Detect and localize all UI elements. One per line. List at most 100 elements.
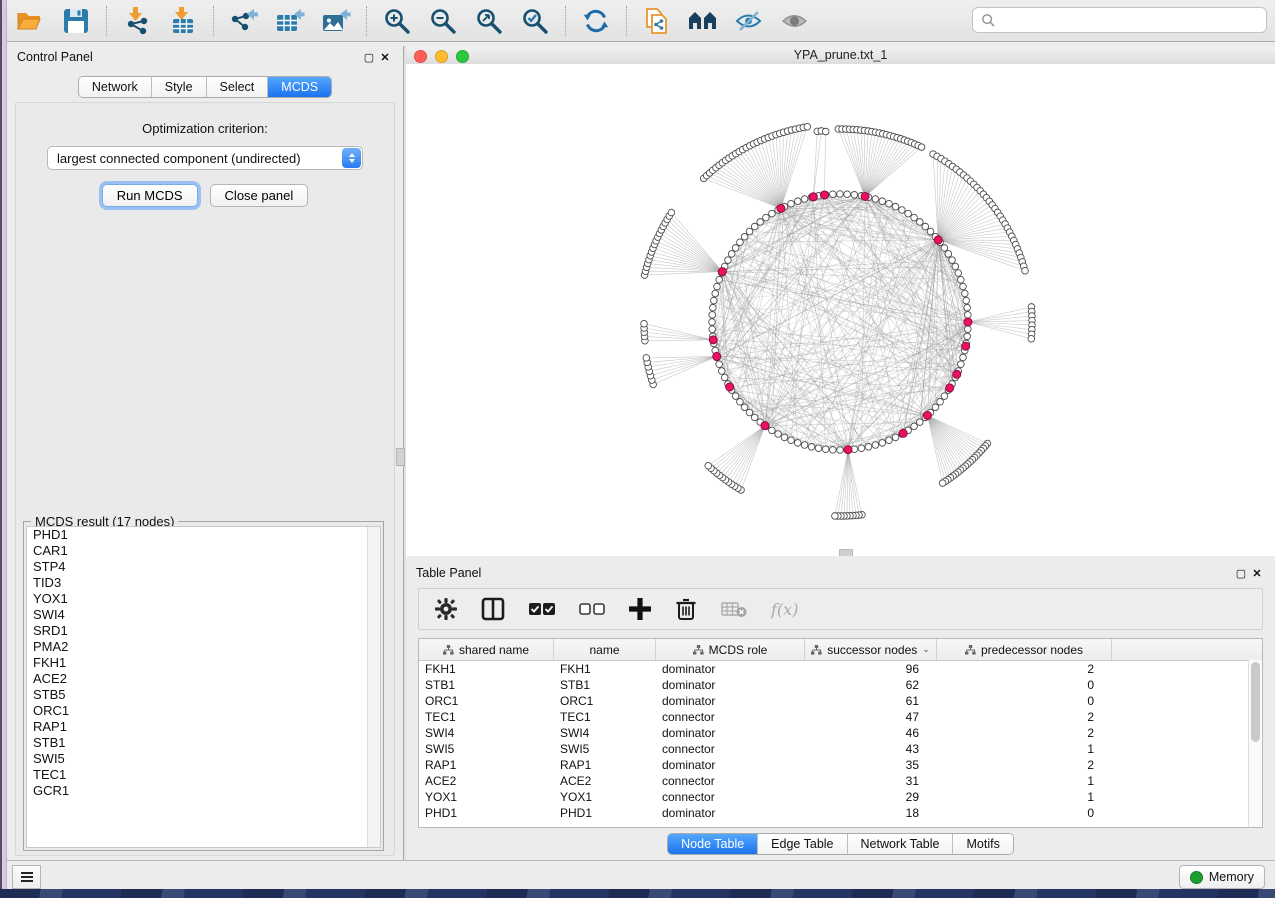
mcds-result-item[interactable]: RAP1 [27,719,380,735]
refresh-layout-icon[interactable] [580,6,612,36]
tab-select[interactable]: Select [207,77,269,97]
hide-selection-icon[interactable] [733,6,765,36]
column-header-name[interactable]: name [554,639,656,660]
first-neighbors-icon[interactable] [687,6,719,36]
column-header-shared-name[interactable]: shared name [419,639,554,660]
mcds-hub-node[interactable] [726,383,734,391]
criterion-dropdown[interactable]: largest connected component (undirected) [47,146,363,170]
export-network-icon[interactable] [228,6,260,36]
mcds-result-item[interactable]: GCR1 [27,783,380,799]
zoom-out-icon[interactable] [427,6,459,36]
table-row[interactable]: ORC1ORC1dominator610 [419,693,1262,709]
mcds-result-item[interactable]: ORC1 [27,703,380,719]
select-all-checkboxes-icon[interactable] [529,596,555,622]
tab-motifs[interactable]: Motifs [953,834,1012,854]
table-row[interactable]: TEC1TEC1connector472 [419,709,1262,725]
tab-edge-table[interactable]: Edge Table [758,834,847,854]
import-table-icon[interactable] [167,6,199,36]
mcds-result-item[interactable]: PMA2 [27,639,380,655]
new-network-from-selection-icon[interactable] [641,6,673,36]
table-row[interactable]: SWI5SWI5connector431 [419,741,1262,757]
table-row[interactable]: FKH1FKH1dominator962 [419,661,1262,677]
mcds-hub-node[interactable] [899,429,907,437]
sort-chevron-icon[interactable]: ⌄ [922,644,930,655]
mcds-result-item[interactable]: SRD1 [27,623,380,639]
mcds-hub-node[interactable] [934,236,942,244]
network-graph[interactable] [406,64,1275,556]
column-header-predecessor-nodes[interactable]: predecessor nodes [937,639,1112,660]
tab-node-table[interactable]: Node Table [668,834,758,854]
node-table-body[interactable]: FKH1FKH1dominator962STB1STB1dominator620… [419,661,1262,821]
table-row[interactable]: PHD1PHD1dominator180 [419,805,1262,821]
table-row[interactable]: ACE2ACE2connector311 [419,773,1262,789]
export-table-icon[interactable] [274,6,306,36]
close-panel-icon[interactable]: ✕ [377,51,393,64]
close-table-panel-icon[interactable]: ✕ [1249,567,1265,580]
table-row[interactable]: RAP1RAP1dominator352 [419,757,1262,773]
mcds-result-item[interactable]: STB1 [27,735,380,751]
zoom-fit-icon[interactable] [473,6,505,36]
column-header-MCDS-role[interactable]: MCDS role [656,639,805,660]
task-history-button[interactable] [12,865,41,889]
mcds-result-item[interactable]: SWI5 [27,751,380,767]
close-panel-button[interactable]: Close panel [210,184,309,207]
float-table-panel-icon[interactable]: ▢ [1233,567,1249,580]
save-session-icon[interactable] [60,6,92,36]
show-all-icon[interactable] [779,6,811,36]
mcds-list-scrollbar[interactable] [367,527,380,847]
network-window-titlebar[interactable]: YPA_prune.txt_1 [406,46,1275,65]
show-columns-icon[interactable] [481,596,505,622]
table-options-gear-icon[interactable] [435,596,457,622]
mcds-hub-node[interactable] [844,446,852,454]
mcds-hub-node[interactable] [713,352,721,360]
zoom-in-icon[interactable] [381,6,413,36]
run-mcds-button[interactable]: Run MCDS [102,184,198,207]
close-window-icon[interactable] [414,50,427,63]
node-table[interactable]: shared namenameMCDS rolesuccessor nodes⌄… [418,638,1263,828]
import-network-icon[interactable] [121,6,153,36]
global-search-field[interactable] [972,7,1267,33]
mcds-hub-node[interactable] [946,384,954,392]
table-row[interactable]: STB1STB1dominator620 [419,677,1262,693]
mcds-hub-node[interactable] [953,370,961,378]
tab-network[interactable]: Network [79,77,152,97]
mcds-hub-node[interactable] [777,204,785,212]
delete-column-icon[interactable] [675,596,697,622]
mcds-hub-node[interactable] [861,192,869,200]
export-image-icon[interactable] [320,6,352,36]
column-header-successor-nodes[interactable]: successor nodes⌄ [805,639,937,660]
mcds-hub-node[interactable] [962,342,970,350]
panel-splitter-handle[interactable] [396,448,405,466]
mcds-result-item[interactable]: SWI4 [27,607,380,623]
network-canvas[interactable] [406,64,1275,556]
tab-network-table[interactable]: Network Table [848,834,954,854]
table-row[interactable]: YOX1YOX1connector291 [419,789,1262,805]
tab-mcds[interactable]: MCDS [268,77,331,97]
table-scrollbar[interactable] [1248,660,1262,827]
mcds-result-item[interactable]: STP4 [27,559,380,575]
mcds-hub-node[interactable] [718,268,726,276]
mcds-result-list[interactable]: PHD1CAR1STP4TID3YOX1SWI4SRD1PMA2FKH1ACE2… [26,526,381,848]
mcds-result-item[interactable]: CAR1 [27,543,380,559]
mcds-hub-node[interactable] [923,411,931,419]
mcds-result-item[interactable]: YOX1 [27,591,380,607]
mcds-hub-node[interactable] [809,193,817,201]
table-row[interactable]: SWI4SWI4dominator462 [419,725,1262,741]
add-column-icon[interactable] [629,596,651,622]
mcds-hub-node[interactable] [761,422,769,430]
maximize-window-icon[interactable] [456,50,469,63]
tab-style[interactable]: Style [152,77,207,97]
search-input[interactable] [996,12,1258,28]
mcds-result-item[interactable]: TID3 [27,575,380,591]
zoom-selected-icon[interactable] [519,6,551,36]
float-panel-icon[interactable]: ▢ [361,51,377,64]
mcds-hub-node[interactable] [964,318,972,326]
mcds-result-item[interactable]: FKH1 [27,655,380,671]
deselect-all-checkboxes-icon[interactable] [579,596,605,622]
open-file-icon[interactable] [14,6,46,36]
minimize-window-icon[interactable] [435,50,448,63]
mcds-result-item[interactable]: ACE2 [27,671,380,687]
table-scrollbar-thumb[interactable] [1251,662,1260,742]
mcds-result-item[interactable]: PHD1 [27,527,380,543]
mcds-hub-node[interactable] [709,336,717,344]
